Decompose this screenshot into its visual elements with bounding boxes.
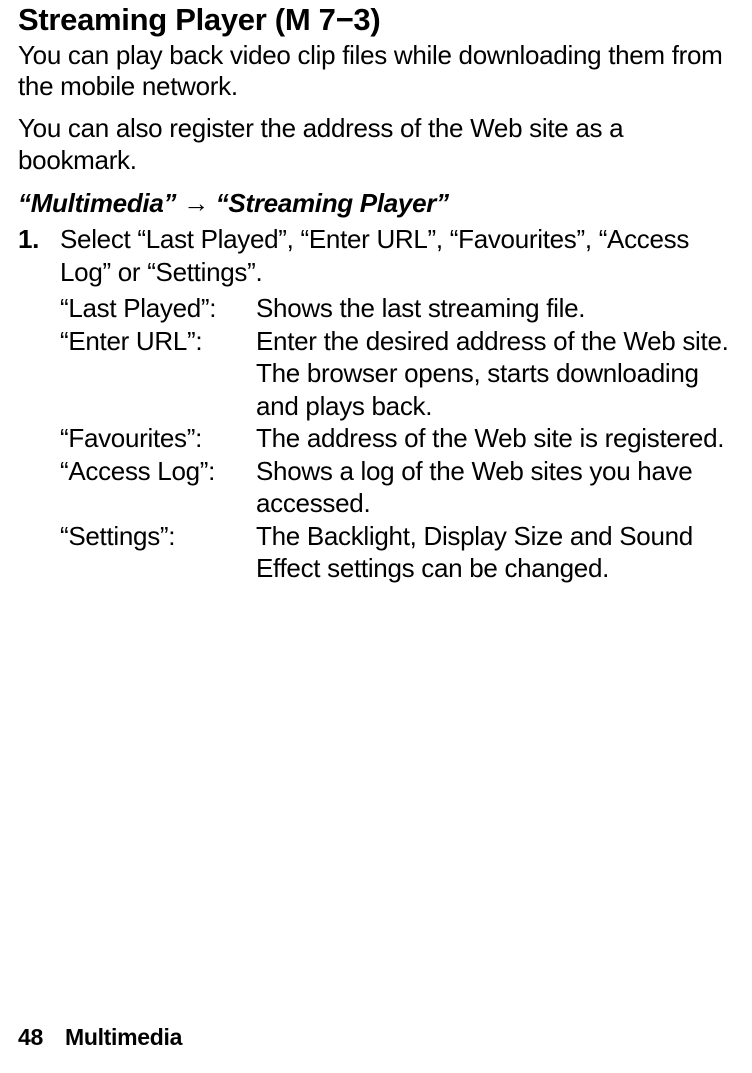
definition-term: “Favourites”: bbox=[60, 422, 256, 455]
definition-description: The Backlight, Display Size and Sound Ef… bbox=[256, 520, 734, 585]
intro-paragraph-1: You can play back video clip files while… bbox=[18, 40, 734, 103]
definition-row: “Favourites”: The address of the Web sit… bbox=[60, 422, 734, 455]
definition-description: The address of the Web site is registere… bbox=[256, 422, 734, 455]
definition-term: “Enter URL”: bbox=[60, 325, 256, 358]
step-text: Select “Last Played”, “Enter URL”, “Favo… bbox=[60, 223, 734, 288]
step-number: 1. bbox=[18, 223, 60, 256]
definition-row: “Last Played”: Shows the last streaming … bbox=[60, 292, 734, 325]
definition-list: “Last Played”: Shows the last streaming … bbox=[18, 292, 734, 585]
section-name: Multimedia bbox=[65, 1024, 182, 1050]
definition-term: “Last Played”: bbox=[60, 292, 256, 325]
definition-term: “Access Log”: bbox=[60, 455, 256, 488]
page-heading: Streaming Player (M 7−3) bbox=[18, 2, 734, 38]
page-number: 48 bbox=[18, 1024, 43, 1050]
intro-paragraph-2: You can also register the address of the… bbox=[18, 113, 734, 176]
definition-row: “Access Log”: Shows a log of the Web sit… bbox=[60, 455, 734, 520]
navigation-path: “Multimedia” → “Streaming Player” bbox=[18, 187, 734, 220]
definition-description: Enter the desired address of the Web sit… bbox=[256, 325, 734, 423]
definition-row: “Enter URL”: Enter the desired address o… bbox=[60, 325, 734, 423]
step-item: 1. Select “Last Played”, “Enter URL”, “F… bbox=[18, 223, 734, 288]
definition-row: “Settings”: The Backlight, Display Size … bbox=[60, 520, 734, 585]
page-footer: 48 Multimedia bbox=[18, 1024, 182, 1051]
definition-description: Shows a log of the Web sites you have ac… bbox=[256, 455, 734, 520]
definition-term: “Settings”: bbox=[60, 520, 256, 553]
definition-description: Shows the last streaming file. bbox=[256, 292, 734, 325]
